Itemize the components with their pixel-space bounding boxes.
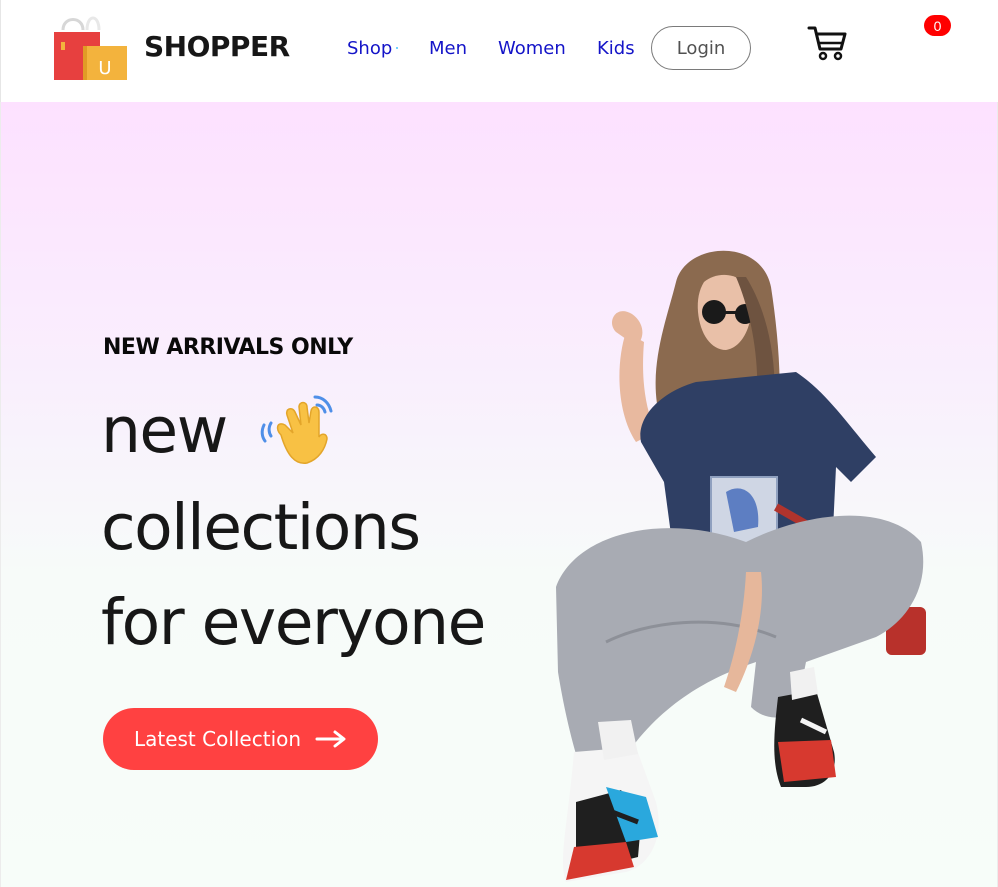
shopping-bags-icon[interactable]: U: [53, 12, 129, 82]
hero-eyebrow: NEW ARRIVALS ONLY: [103, 335, 353, 360]
navbar: U SHOPPER Shop Men Women Kids Login 0: [0, 0, 998, 102]
brand-name[interactable]: SHOPPER: [144, 30, 290, 63]
hero-headline-line-2: collections: [101, 491, 421, 564]
hero-headline-line-1: new: [101, 394, 228, 467]
active-indicator: [396, 47, 398, 49]
hero-headline-line-3: for everyone: [101, 586, 486, 659]
nav-women[interactable]: Women: [498, 38, 566, 59]
hero-section: NEW ARRIVALS ONLY new collections for ev…: [0, 102, 998, 887]
cart-icon[interactable]: [807, 25, 847, 61]
svg-text:U: U: [98, 58, 111, 79]
arrow-right-icon: [315, 730, 346, 748]
nav-kids[interactable]: Kids: [597, 38, 635, 59]
login-button[interactable]: Login: [651, 26, 751, 70]
cart-count-badge: 0: [924, 15, 951, 36]
latest-collection-button[interactable]: Latest Collection: [103, 708, 378, 770]
hero-model-image: [556, 250, 926, 882]
waving-hand-icon: [260, 395, 333, 464]
nav-men[interactable]: Men: [429, 38, 467, 59]
nav-shop[interactable]: Shop: [347, 38, 392, 59]
cta-label: Latest Collection: [133, 727, 302, 751]
